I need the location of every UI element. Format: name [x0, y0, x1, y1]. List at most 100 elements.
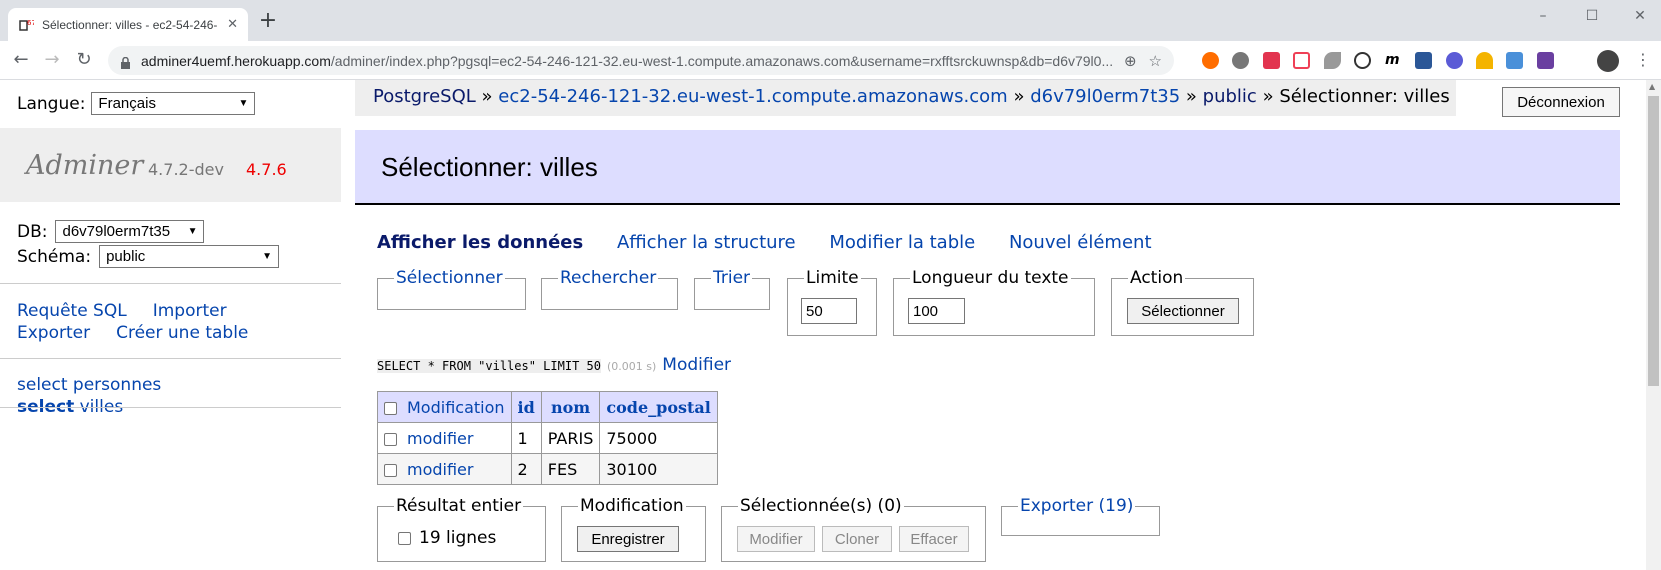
minimize-icon[interactable]: – [1533, 8, 1553, 24]
column-header-code-postal[interactable]: code_postal [599, 391, 718, 423]
table-list-item: select personnes [17, 374, 161, 396]
column-header-nom[interactable]: nom [540, 391, 601, 423]
table-list: select personnes select villes [17, 374, 161, 418]
tab-title: Sélectionner: villes - ec2-54-246- [42, 17, 218, 32]
breadcrumb-database[interactable]: d6v79l0erm7t35 [1030, 86, 1180, 107]
tab-show-structure[interactable]: Afficher la structure [617, 232, 796, 253]
extension-icon[interactable] [1232, 52, 1249, 69]
select-personnes-link[interactable]: select [17, 375, 68, 395]
breadcrumb-separator: » [481, 86, 493, 107]
address-bar[interactable]: adminer4uemf.herokuapp.com/adminer/index… [108, 46, 1174, 75]
extension-icon[interactable] [1446, 52, 1463, 69]
sort-link[interactable]: Trier [711, 268, 752, 288]
table-personnes-link[interactable]: personnes [73, 375, 161, 395]
import-link[interactable]: Importer [153, 301, 227, 321]
divider [0, 407, 341, 408]
extension-icon[interactable]: m [1385, 52, 1402, 69]
window-close-icon[interactable]: ✕ [1630, 8, 1650, 24]
language-row: Langue: Français ▼ [17, 92, 256, 115]
modify-selected-button[interactable]: Modifier [737, 526, 815, 552]
table-row: modifier 1 PARIS 75000 [377, 422, 718, 454]
profile-avatar[interactable] [1597, 50, 1619, 72]
breadcrumb-current: Sélectionner: villes [1279, 86, 1450, 107]
export-results-link[interactable]: Exporter (19) [1018, 496, 1135, 516]
whole-result-option[interactable]: 19 lignes [398, 528, 496, 548]
search-link[interactable]: Rechercher [558, 268, 658, 288]
extension-icon[interactable] [1415, 52, 1432, 69]
schema-select[interactable]: public ▼ [99, 245, 280, 268]
tab-close-icon[interactable]: ✕ [227, 17, 238, 32]
pocket-icon[interactable] [1293, 52, 1310, 69]
logout-button[interactable]: Déconnexion [1502, 87, 1620, 117]
sidebar: Langue: Français ▼ Adminer 4.7.2-dev 4.7… [0, 80, 341, 570]
select-columns-link[interactable]: Sélectionner [394, 268, 505, 288]
browser-toolbar: ← → ↻ adminer4uemf.herokuapp.com/adminer… [0, 41, 1661, 80]
extension-icon[interactable] [1263, 52, 1280, 69]
scrollbar-thumb[interactable] [1648, 96, 1659, 386]
language-select[interactable]: Français ▼ [91, 92, 256, 115]
select-all-checkbox[interactable] [384, 401, 397, 415]
extension-icon[interactable] [1202, 52, 1219, 69]
whole-result-checkbox[interactable] [398, 531, 411, 545]
new-version-link[interactable]: 4.7.6 [246, 160, 287, 179]
extension-icon[interactable] [1324, 52, 1341, 69]
tab-alter-table[interactable]: Modifier la table [829, 232, 975, 253]
breadcrumb-driver[interactable]: PostgreSQL [373, 86, 476, 107]
maximize-icon[interactable]: ☐ [1582, 8, 1602, 24]
sql-command-link[interactable]: Requête SQL [17, 301, 127, 321]
forward-icon[interactable]: → [41, 49, 63, 71]
extension-icon[interactable] [1537, 52, 1554, 69]
save-button[interactable]: Enregistrer [577, 526, 679, 552]
limit-input[interactable]: 50 [801, 298, 857, 324]
extension-icon[interactable] [1476, 52, 1493, 69]
edit-row-link[interactable]: modifier [407, 429, 473, 448]
sidebar-links-row1: Requête SQL Importer [17, 301, 253, 321]
selected-label: Sélectionnée(s) (0) [740, 496, 902, 516]
breadcrumb-server[interactable]: ec2-54-246-121-32.eu-west-1.compute.amaz… [498, 86, 1007, 107]
breadcrumb-schema[interactable]: public [1203, 86, 1257, 107]
page-scrollbar[interactable]: ▲ [1646, 80, 1661, 570]
reload-icon[interactable]: ↻ [73, 49, 95, 71]
column-header-id[interactable]: id [510, 391, 542, 423]
edit-row-link[interactable]: modifier [407, 460, 473, 479]
browser-menu-icon[interactable]: ⋮ [1635, 50, 1651, 69]
select-columns-fieldset: Sélectionner [377, 268, 526, 310]
table-row: modifier 2 FES 30100 [377, 453, 718, 485]
search-fieldset: Rechercher [541, 268, 678, 310]
app-name-link[interactable]: Adminer [26, 150, 143, 181]
breadcrumb-separator: » [1013, 86, 1025, 107]
action-label: Action [1130, 268, 1184, 288]
results-table: Modification id nom code_postal modifier… [377, 391, 718, 485]
new-tab-button[interactable]: + [258, 10, 278, 32]
url-path: /adminer/index.php?pgsql=ec2-54-246-121-… [330, 52, 1112, 69]
tab-new-item[interactable]: Nouvel élément [1009, 232, 1152, 253]
db-select[interactable]: d6v79l0erm7t35 ▼ [55, 220, 205, 243]
edit-query-link[interactable]: Modifier [662, 355, 731, 375]
db-label: DB: [17, 221, 48, 242]
cell-id: 2 [510, 453, 542, 485]
view-links: Afficher les données Afficher la structu… [377, 232, 1180, 253]
create-table-link[interactable]: Créer une table [116, 323, 248, 343]
extension-icon[interactable] [1354, 52, 1371, 69]
delete-selected-button[interactable]: Effacer [899, 526, 969, 552]
row-checkbox[interactable] [384, 432, 397, 446]
breadcrumb-separator: » [1185, 86, 1197, 107]
export-link[interactable]: Exporter [17, 323, 90, 343]
scroll-up-icon[interactable]: ▲ [1649, 82, 1655, 91]
export-fieldset: Exporter (19) [1001, 496, 1160, 536]
zoom-icon[interactable]: ⊕ [1124, 52, 1137, 70]
text-length-input[interactable]: 100 [908, 298, 965, 324]
adminer-favicon-icon: 67 [18, 17, 34, 33]
extension-icon[interactable] [1506, 52, 1523, 69]
clone-selected-button[interactable]: Cloner [822, 526, 892, 552]
bookmark-star-icon[interactable]: ☆ [1149, 52, 1162, 70]
db-value: d6v79l0erm7t35 [62, 223, 171, 240]
back-icon[interactable]: ← [10, 49, 32, 71]
row-checkbox[interactable] [384, 463, 397, 477]
tab-show-data[interactable]: Afficher les données [377, 232, 583, 253]
row-edit-cell: modifier [377, 422, 512, 454]
header-label: Modification [407, 397, 505, 417]
select-submit-button[interactable]: Sélectionner [1127, 298, 1239, 324]
browser-tab[interactable]: 67 Sélectionner: villes - ec2-54-246- ✕ [8, 8, 248, 41]
breadcrumb-trail: PostgreSQL » ec2-54-246-121-32.eu-west-1… [373, 86, 1450, 107]
